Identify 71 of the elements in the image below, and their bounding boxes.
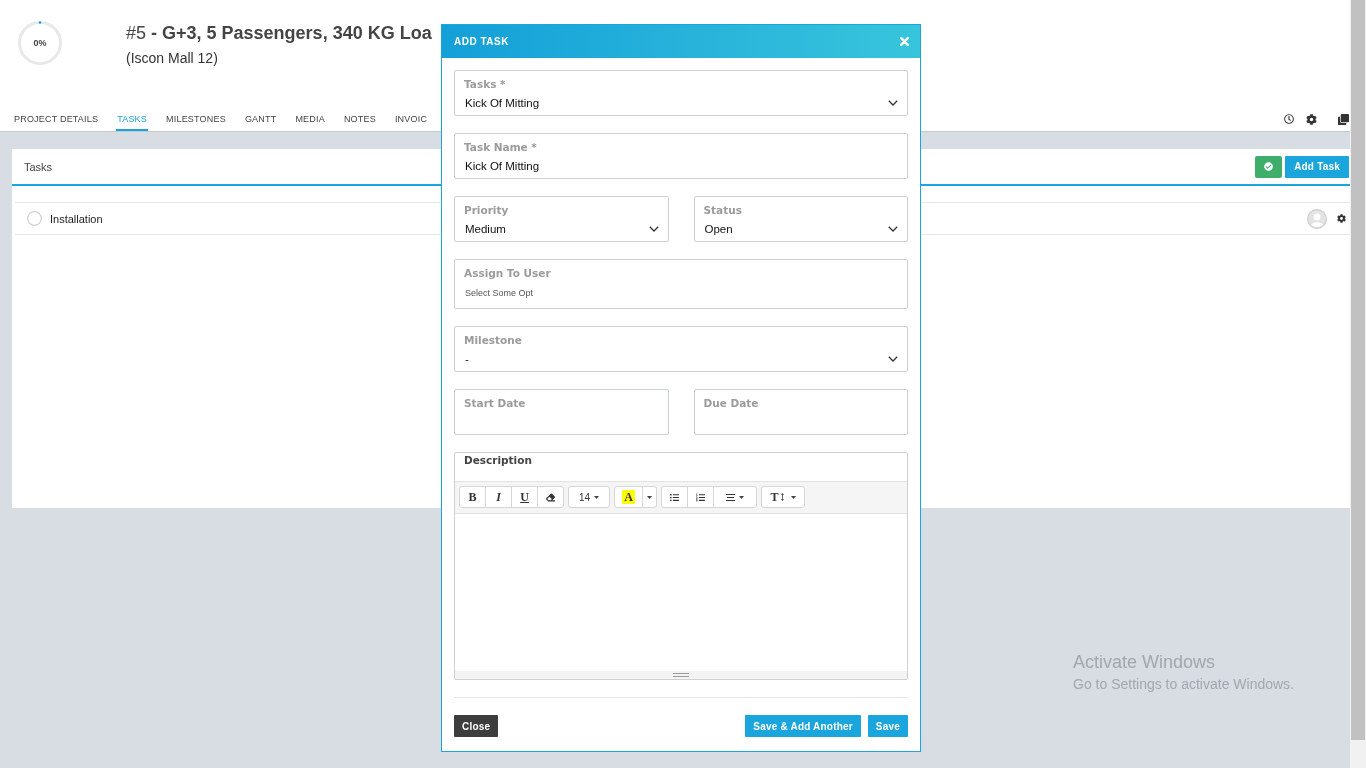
align-icon xyxy=(726,493,735,501)
color-dropdown-button[interactable] xyxy=(642,486,657,508)
eraser-icon xyxy=(546,492,555,502)
settings-icon[interactable] xyxy=(1337,214,1346,223)
description-editor[interactable]: Description B I U 14 A T xyxy=(454,452,908,680)
tab[interactable]: MILESTONES xyxy=(165,107,227,131)
select-field[interactable]: Priority Medium xyxy=(454,196,669,242)
tab[interactable]: PROJECT DETAILS xyxy=(13,107,100,131)
text-input[interactable]: Kick Of Mitting xyxy=(464,158,898,174)
field-label: Status xyxy=(703,203,742,217)
project-title: #5 - G+3, 5 Passengers, 340 KG Loa xyxy=(126,22,432,45)
progress-label: 0% xyxy=(33,38,47,48)
card-title: Tasks xyxy=(24,160,53,173)
close-icon xyxy=(900,37,909,46)
settings-icon xyxy=(1306,113,1317,125)
bullet-list-button[interactable] xyxy=(661,486,688,508)
tab[interactable]: INVOIC xyxy=(393,107,429,131)
text-field[interactable]: Task Name * Kick Of Mitting xyxy=(454,133,908,179)
tab[interactable]: GANTT xyxy=(243,107,278,131)
tab[interactable]: MEDIA xyxy=(294,107,326,131)
field-label: Due Date xyxy=(703,396,759,410)
avatar-icon xyxy=(1307,208,1327,229)
field-label: Priority xyxy=(464,203,509,217)
line-height-dropdown[interactable]: T xyxy=(761,486,805,508)
copy-button[interactable] xyxy=(1338,113,1349,125)
task-name: Installation xyxy=(50,212,103,225)
chevron-down-icon xyxy=(648,226,659,232)
select-field[interactable]: Status Open xyxy=(693,196,908,242)
scrollbar-thumb[interactable] xyxy=(1351,0,1365,740)
radio-icon[interactable] xyxy=(27,211,42,226)
font-size-dropdown[interactable]: 14 xyxy=(568,486,610,508)
tab[interactable]: NOTES xyxy=(342,107,377,131)
field-label: Description xyxy=(464,453,532,467)
select-value[interactable]: Open xyxy=(703,221,888,237)
field-label: Task Name * xyxy=(464,140,537,154)
up-down-arrow-icon xyxy=(780,493,784,501)
numbered-list-button[interactable] xyxy=(687,486,714,508)
multi-select-input[interactable]: Select Some Opt xyxy=(464,285,898,301)
field-label: Assign To User xyxy=(464,266,551,280)
select-value[interactable]: Kick Of Mitting xyxy=(464,95,888,111)
caret-icon xyxy=(594,495,600,499)
caret-icon xyxy=(647,495,652,499)
numbered-list-icon xyxy=(696,492,705,502)
close-button[interactable]: Close xyxy=(454,715,499,737)
align-dropdown[interactable] xyxy=(713,486,757,508)
caret-icon xyxy=(790,495,796,499)
select-field[interactable]: Tasks * Kick Of Mitting xyxy=(454,70,908,116)
eraser-button[interactable] xyxy=(537,486,564,508)
italic-button[interactable]: I xyxy=(485,486,512,508)
highlight-color-button[interactable]: A xyxy=(614,486,643,508)
field-label: Milestone xyxy=(464,333,522,347)
select-field[interactable]: Milestone - xyxy=(454,326,908,372)
select-value[interactable]: - xyxy=(464,351,888,367)
resize-handle[interactable] xyxy=(673,673,689,677)
chevron-down-icon xyxy=(888,100,898,106)
complete-button[interactable] xyxy=(1255,155,1283,178)
field-label: Start Date xyxy=(464,396,526,410)
caret-icon xyxy=(739,495,744,499)
project-subtitle: (Iscon Mall 12) xyxy=(126,49,219,68)
chevron-down-icon xyxy=(888,356,898,362)
modal-title: ADD TASK xyxy=(454,36,509,47)
underline-button[interactable]: U xyxy=(511,486,538,508)
clock-button[interactable] xyxy=(1284,114,1294,124)
settings-button[interactable] xyxy=(1306,113,1317,125)
bold-button[interactable]: B xyxy=(459,486,486,508)
bullet-list-icon xyxy=(670,492,679,502)
select-value[interactable]: Medium xyxy=(464,221,649,237)
copy-icon xyxy=(1338,113,1349,125)
field-label: Tasks * xyxy=(464,77,506,91)
chevron-down-icon xyxy=(888,226,898,232)
clock-icon xyxy=(1284,114,1294,124)
